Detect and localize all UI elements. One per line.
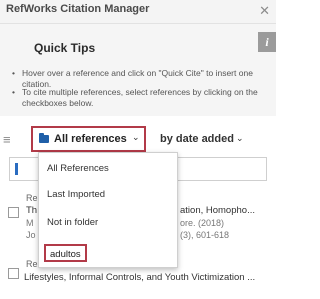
hamburger-menu-icon[interactable]: ≡ (3, 132, 11, 147)
menu-item-adultos[interactable]: adultos (44, 244, 87, 262)
reference-title: Lifestyles, Informal Controls, and Youth… (24, 272, 256, 283)
reference-title-end: ation, Homopho... (180, 205, 255, 216)
reference-title: Th (26, 205, 38, 216)
reference-authors: M (26, 218, 34, 228)
menu-item-all-references[interactable]: All References (47, 163, 109, 174)
bullet-icon: • (12, 87, 15, 97)
chevron-down-icon[interactable]: ⌄ (236, 133, 244, 144)
reference-type: Re (26, 259, 38, 269)
info-icon[interactable]: i (258, 32, 276, 52)
tip-text: To cite multiple references, select refe… (22, 87, 258, 108)
folder-icon (39, 133, 49, 143)
search-icon (15, 163, 22, 175)
tip-text: Hover over a reference and click on "Qui… (22, 68, 253, 89)
quick-tips-title: Quick Tips (34, 41, 96, 55)
reference-authors-end: ore. (2018) (180, 218, 225, 228)
quick-tips-panel: Quick Tips i • Hover over a reference an… (0, 24, 276, 116)
bullet-icon: • (12, 68, 15, 78)
reference-journal-end: (3), 601-618 (180, 230, 230, 240)
close-icon[interactable]: ✕ (259, 3, 270, 19)
app-title: RefWorks Citation Manager (6, 3, 150, 15)
folder-dropdown[interactable]: All references ⌄ (31, 126, 146, 152)
menu-item-last-imported[interactable]: Last Imported (47, 189, 105, 200)
reference-type: Re (26, 193, 38, 203)
reference-checkbox[interactable] (8, 207, 19, 218)
folder-dropdown-menu: All References Last Imported Not in fold… (38, 152, 178, 268)
folder-dropdown-label: All references (54, 133, 127, 145)
title-bar: RefWorks Citation Manager ✕ (0, 0, 276, 24)
sort-dropdown[interactable]: by date added (160, 133, 234, 145)
reference-checkbox[interactable] (8, 268, 19, 279)
reference-journal: Jo (26, 230, 36, 240)
chevron-down-icon: ⌄ (132, 132, 140, 142)
tip-item: • To cite multiple references, select re… (12, 87, 272, 109)
menu-item-not-in-folder[interactable]: Not in folder (47, 217, 98, 228)
